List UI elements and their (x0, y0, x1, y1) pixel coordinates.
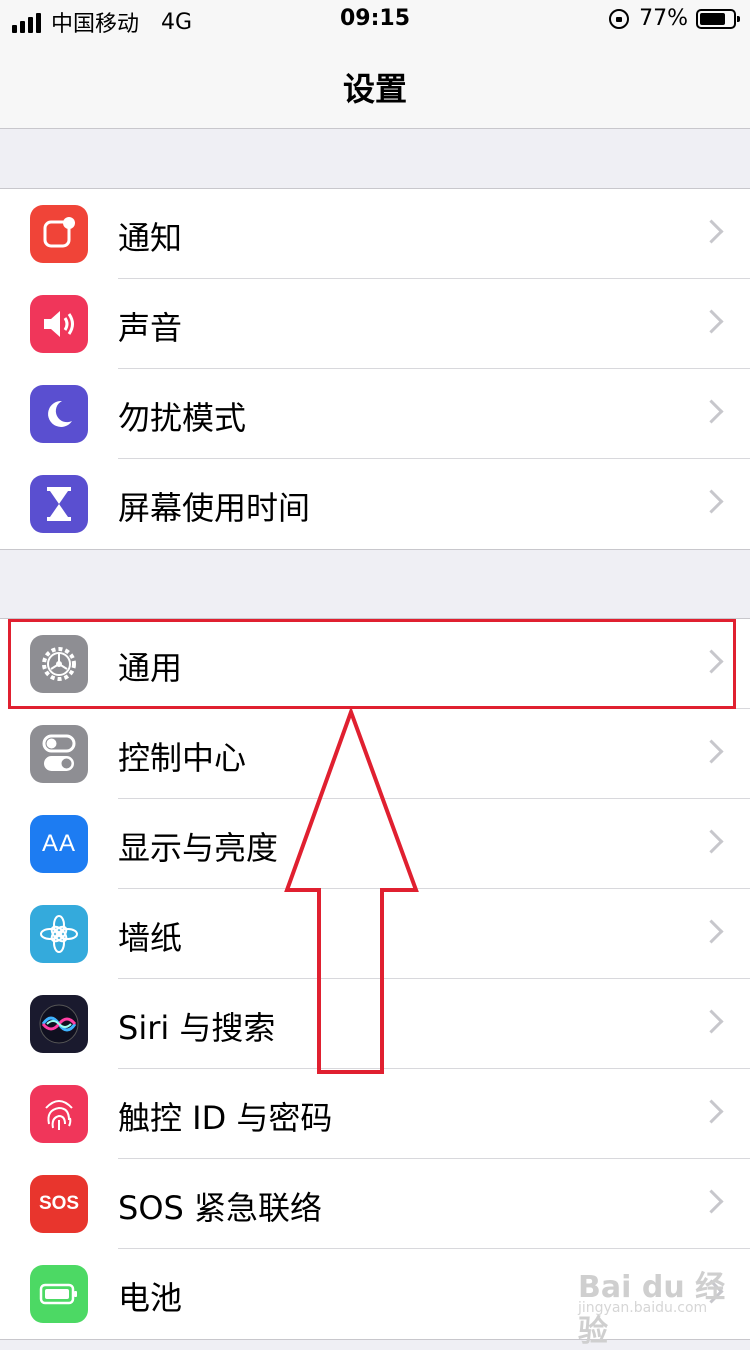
sounds-icon (30, 295, 88, 353)
settings-row-label: 屏幕使用时间 (118, 489, 311, 527)
chevron-right-icon (699, 1189, 724, 1214)
battery-percent: 77% (639, 6, 688, 31)
notifications-icon (30, 205, 88, 263)
sos-icon: SOS (30, 1175, 88, 1233)
settings-row-label: 勿扰模式 (118, 399, 247, 437)
settings-row-label: 墙纸 (118, 919, 183, 957)
sos-glyph: SOS (38, 1193, 80, 1214)
chevron-right-icon (699, 739, 724, 764)
settings-row-label: Siri 与搜索 (118, 1009, 276, 1047)
chevron-right-icon (699, 919, 724, 944)
settings-row-emergency-sos[interactable]: SOS SOS 紧急联络 (0, 1159, 750, 1249)
touch-id-fingerprint-icon (30, 1085, 88, 1143)
siri-icon (30, 995, 88, 1053)
settings-row-label: 显示与亮度 (118, 829, 279, 867)
page-title: 设置 (342, 70, 407, 108)
settings-row-label: SOS 紧急联络 (118, 1189, 322, 1227)
chevron-right-icon (699, 219, 724, 244)
display-brightness-aa-icon: AA (30, 815, 88, 873)
settings-row-screen-time[interactable]: 屏幕使用时间 (0, 459, 750, 549)
settings-group-1: 通知 声音 勿扰模式 屏幕使用时间 (0, 188, 750, 550)
settings-row-do-not-disturb[interactable]: 勿扰模式 (0, 369, 750, 459)
navigation-bar: 设置 (0, 40, 750, 129)
wallpaper-flower-icon (30, 905, 88, 963)
watermark-url: jingyan.baidu.com (578, 1300, 708, 1316)
aa-glyph: AA (41, 830, 76, 857)
settings-row-label: 控制中心 (118, 739, 247, 777)
chevron-right-icon (699, 1009, 724, 1034)
chevron-right-icon (699, 829, 724, 854)
chevron-right-icon (699, 309, 724, 334)
battery-icon (30, 1265, 88, 1323)
settings-row-label: 电池 (118, 1279, 183, 1317)
control-center-toggles-icon (30, 725, 88, 783)
settings-row-notifications[interactable]: 通知 (0, 189, 750, 279)
settings-row-siri-search[interactable]: Siri 与搜索 (0, 979, 750, 1069)
annotation-highlight-box (8, 619, 736, 709)
orientation-lock-icon (609, 8, 630, 29)
settings-row-display-brightness[interactable]: AA 显示与亮度 (0, 799, 750, 889)
settings-row-touch-id-passcode[interactable]: 触控 ID 与密码 (0, 1069, 750, 1159)
battery-fill (700, 12, 725, 25)
chevron-right-icon (699, 1099, 724, 1124)
settings-row-control-center[interactable]: 控制中心 (0, 709, 750, 799)
chevron-right-icon (699, 489, 724, 514)
settings-row-label: 声音 (118, 309, 183, 347)
settings-row-wallpaper[interactable]: 墙纸 (0, 889, 750, 979)
settings-row-label: 触控 ID 与密码 (118, 1099, 333, 1137)
chevron-right-icon (699, 399, 724, 424)
do-not-disturb-moon-icon (30, 385, 88, 443)
settings-row-label: 通知 (118, 219, 183, 257)
status-right: 77% (609, 6, 740, 31)
settings-row-sounds[interactable]: 声音 (0, 279, 750, 369)
status-bar: 中国移动 4G 09:15 77% (0, 0, 750, 40)
screen-time-hourglass-icon (30, 475, 88, 533)
battery-status-icon (696, 8, 740, 29)
settings-group-2: 通用 控制中心 AA 显示与亮度 墙纸 Siri 与搜索 触控 ID 与密码 S… (0, 618, 750, 1340)
